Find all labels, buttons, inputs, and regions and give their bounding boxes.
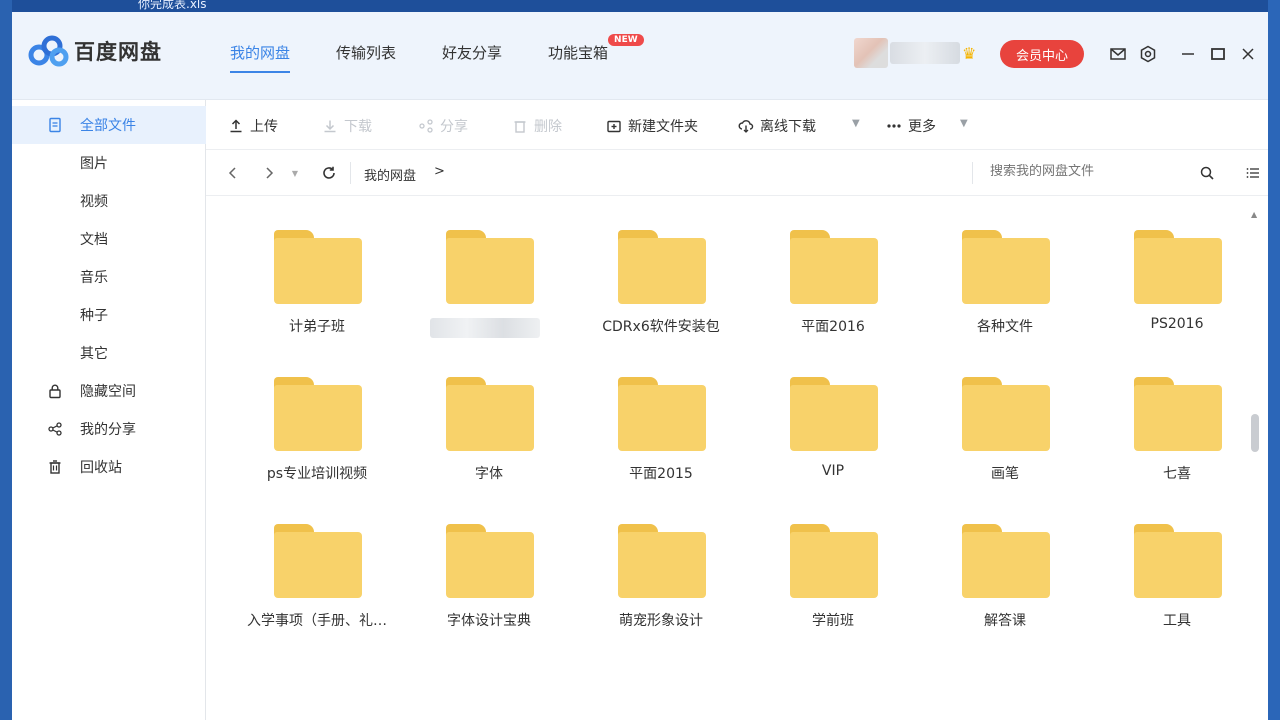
sidebar-item-all-files[interactable]: 全部文件 <box>12 106 206 144</box>
file-grid: AI零基础工具讲解PS vip新手包美陈下午小课视频体验班计弟子班CDRx6软件… <box>206 196 1268 720</box>
folder-icon <box>962 524 1050 598</box>
app-logo[interactable]: 百度网盘 <box>28 34 162 68</box>
tab-transfer-list[interactable]: 传输列表 <box>336 42 396 73</box>
folder-item[interactable]: 字体设计宝典 <box>404 428 574 638</box>
folder-icon <box>790 524 878 598</box>
close-icon[interactable] <box>1238 44 1258 64</box>
avatar[interactable] <box>854 38 888 68</box>
search-input[interactable] <box>990 164 1190 179</box>
upload-icon <box>230 119 242 133</box>
tab-friend-share[interactable]: 好友分享 <box>442 42 502 73</box>
folder-item[interactable]: 入学事项（手册、礼… <box>232 428 402 638</box>
app-window: 百度网盘 我的网盘 传输列表 好友分享 功能宝箱 NEW ♛ 会员中心 全部文件… <box>12 12 1268 720</box>
divider <box>350 162 351 184</box>
search-icon[interactable] <box>1198 164 1216 182</box>
tab-my-disk[interactable]: 我的网盘 <box>230 42 291 73</box>
folder-name: 解答课 <box>984 613 1026 629</box>
cloud-logo-icon <box>28 35 69 67</box>
breadcrumb-separator: > <box>434 164 445 179</box>
folder-item[interactable]: 萌宠形象设计 <box>576 428 746 638</box>
more-icon <box>887 124 901 128</box>
folder-name: 入学事项（手册、礼… <box>247 613 387 629</box>
file-icon <box>46 116 64 134</box>
share-icon <box>46 420 64 438</box>
username-blurred[interactable] <box>890 42 960 64</box>
folder-name: 工具 <box>1163 613 1191 629</box>
sidebar-item-documents[interactable]: 文档 <box>12 220 206 258</box>
folder-icon <box>446 524 534 598</box>
folder-icon <box>1134 524 1222 598</box>
sidebar-item-videos[interactable]: 视频 <box>12 182 206 220</box>
desktop-window-title: 你完成表.xls <box>138 0 207 11</box>
folder-name: 学前班 <box>812 613 854 629</box>
divider <box>972 162 973 184</box>
forward-icon[interactable] <box>260 164 278 182</box>
folder-icon <box>274 524 362 598</box>
vip-center-button[interactable]: 会员中心 <box>1000 40 1084 68</box>
crown-icon: ♛ <box>962 44 977 63</box>
minimize-icon[interactable] <box>1178 44 1198 64</box>
chevron-down-icon[interactable]: ▼ <box>960 118 968 129</box>
sidebar-item-hidden-space[interactable]: 隐藏空间 <box>12 372 206 410</box>
download-button[interactable]: 下载 <box>322 116 372 136</box>
sidebar: 全部文件 图片 视频 文档 音乐 种子 其它 隐藏空间 我的分享 回收站 <box>12 100 206 720</box>
app-name: 百度网盘 <box>74 40 162 64</box>
sidebar-item-torrents[interactable]: 种子 <box>12 296 206 334</box>
folder-icon <box>618 524 706 598</box>
maximize-icon[interactable] <box>1208 44 1228 64</box>
new-folder-button[interactable]: 新建文件夹 <box>606 116 698 136</box>
new-badge: NEW <box>608 34 644 46</box>
folder-item[interactable]: 学前班 <box>748 428 918 638</box>
new-folder-icon <box>607 120 621 133</box>
folder-name: 字体设计宝典 <box>447 613 531 629</box>
chevron-down-icon[interactable]: ▼ <box>852 118 860 129</box>
share-button[interactable]: 分享 <box>418 116 468 136</box>
refresh-icon[interactable] <box>320 164 338 182</box>
more-button[interactable]: 更多 <box>886 116 936 136</box>
path-bar: ▼ 我的网盘 > <box>206 150 1268 196</box>
folder-name: 萌宠形象设计 <box>619 613 703 629</box>
sidebar-item-other[interactable]: 其它 <box>12 334 206 372</box>
trash-icon <box>46 458 64 476</box>
trash-icon <box>514 121 526 133</box>
desktop-right-edge <box>1268 0 1280 720</box>
sidebar-item-music[interactable]: 音乐 <box>12 258 206 296</box>
download-icon <box>324 120 336 133</box>
toolbar: 上传 下载 分享 删除 新建文件夹 离线下载 ▼ 更多 ▼ <box>206 100 1268 150</box>
history-dropdown-icon[interactable]: ▼ <box>286 164 304 182</box>
scroll-thumb[interactable] <box>1251 414 1259 452</box>
desktop-left-edge <box>0 0 12 720</box>
mail-icon[interactable] <box>1108 44 1128 64</box>
lock-icon <box>46 382 64 400</box>
list-view-icon[interactable] <box>1244 164 1262 182</box>
breadcrumb[interactable]: 我的网盘 <box>364 165 416 184</box>
scrollbar[interactable]: ▲ <box>1248 208 1262 720</box>
settings-icon[interactable] <box>1138 44 1158 64</box>
share-icon <box>419 119 433 133</box>
folder-item[interactable]: 解答课 <box>920 428 1090 638</box>
back-icon[interactable] <box>224 164 242 182</box>
sidebar-item-my-shares[interactable]: 我的分享 <box>12 410 206 448</box>
scroll-up-icon[interactable]: ▲ <box>1251 210 1257 219</box>
main-nav: 我的网盘 传输列表 好友分享 功能宝箱 NEW <box>230 34 654 73</box>
sidebar-item-images[interactable]: 图片 <box>12 144 206 182</box>
sidebar-item-recycle-bin[interactable]: 回收站 <box>12 448 206 486</box>
app-header: 百度网盘 我的网盘 传输列表 好友分享 功能宝箱 NEW ♛ 会员中心 <box>12 12 1268 100</box>
cloud-download-icon <box>738 120 754 133</box>
folder-item[interactable]: 工具 <box>1092 428 1262 638</box>
offline-download-button[interactable]: 离线下载 <box>738 116 816 136</box>
tab-feature-box[interactable]: 功能宝箱 NEW <box>548 34 644 73</box>
delete-button[interactable]: 删除 <box>512 116 562 136</box>
upload-button[interactable]: 上传 <box>228 116 278 136</box>
